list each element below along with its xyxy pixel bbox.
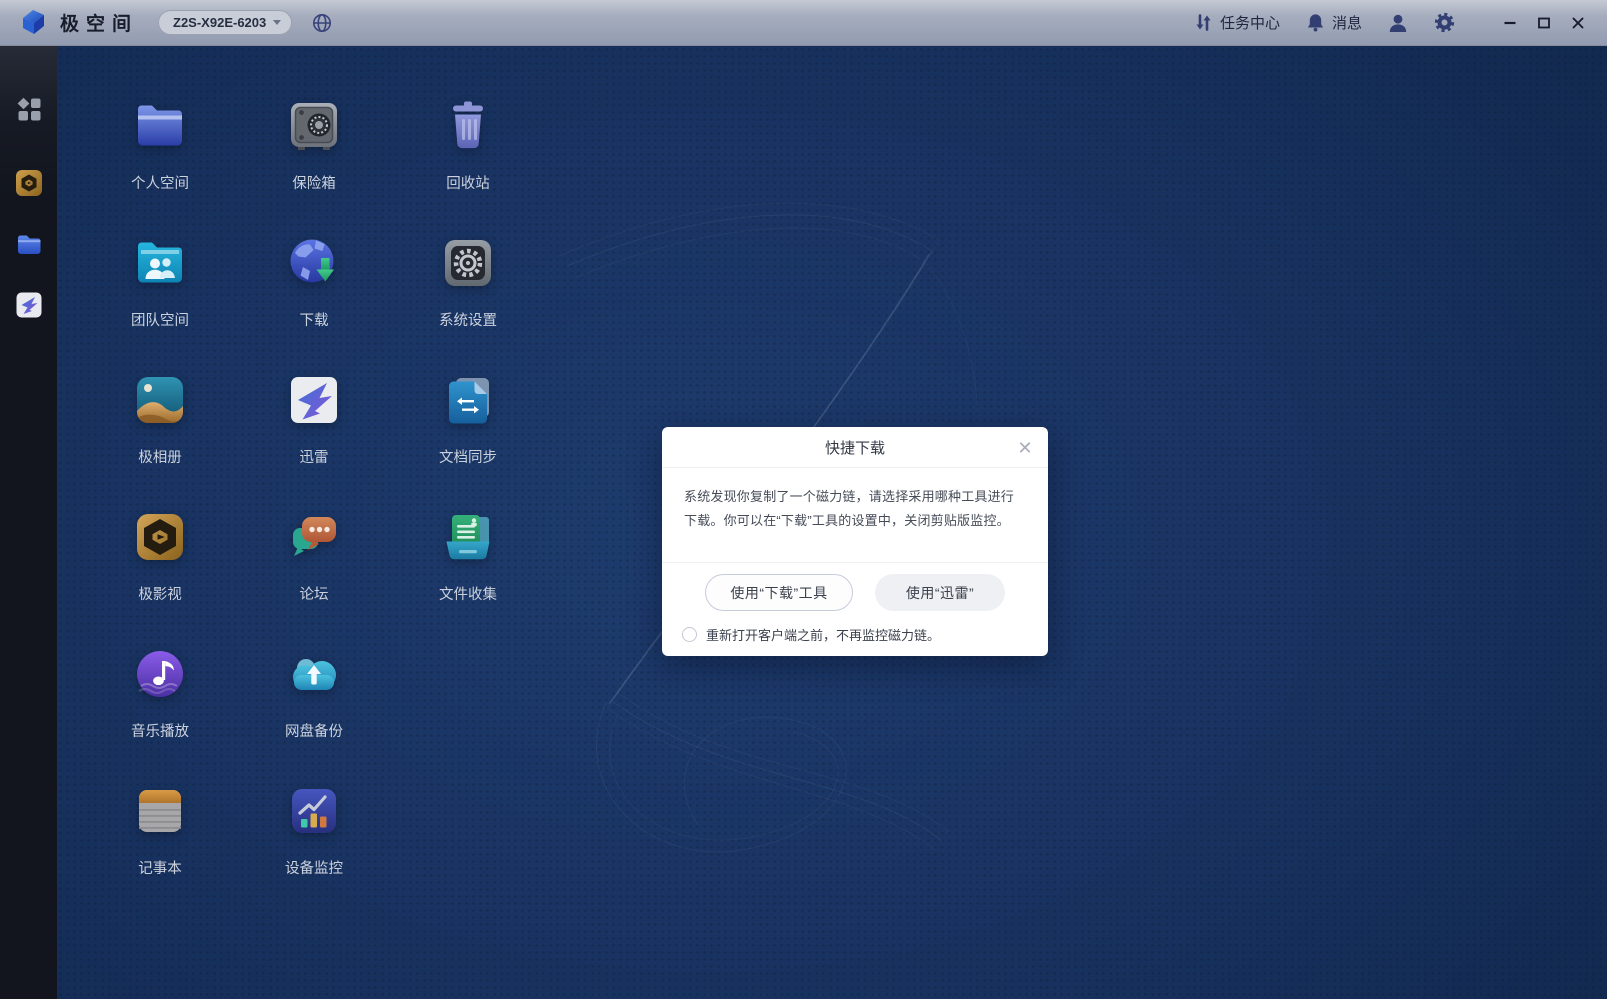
stop-monitoring-label: 重新打开客户端之前，不再监控磁力链。 (706, 625, 940, 644)
task-center-label: 任务中心 (1220, 12, 1280, 33)
title-bar: 极空间 Z2S-X92E-6203 (0, 0, 1607, 46)
close-window-button[interactable] (1561, 6, 1595, 40)
user-button[interactable] (1388, 13, 1408, 33)
app-photo-album[interactable]: 极相册 (83, 364, 237, 501)
app-movies[interactable]: 极影视 (83, 501, 237, 638)
app-label: 团队空间 (131, 313, 189, 330)
quick-download-dialog: 快捷下载 ✕ 系统发现你复制了一个磁力链，请选择采用哪种工具进行下载。你可以在“… (662, 427, 1048, 656)
team-space-icon (131, 234, 189, 292)
app-label: 回收站 (446, 176, 490, 193)
app-grid: 个人空间 保险箱 (83, 90, 545, 912)
sidebar-item-xunlei[interactable] (15, 291, 43, 319)
app-device-monitor[interactable]: 设备监控 (237, 775, 391, 912)
device-name: Z2S-X92E-6203 (173, 15, 266, 30)
bell-icon (1306, 13, 1325, 32)
sidebar-item-apps[interactable] (16, 96, 42, 122)
gear-icon (1434, 12, 1455, 33)
system-settings-icon (439, 234, 497, 292)
app-label: 极相册 (138, 450, 182, 467)
file-collect-icon (439, 508, 497, 566)
app-safe-box[interactable]: 保险箱 (237, 90, 391, 227)
messages-label: 消息 (1332, 12, 1362, 33)
sidebar-item-files[interactable] (15, 230, 43, 258)
app-team-space[interactable]: 团队空间 (83, 227, 237, 364)
chevron-down-icon (273, 20, 281, 25)
photo-album-icon (131, 371, 189, 429)
download-icon (285, 234, 343, 292)
doc-sync-icon (439, 371, 497, 429)
app-personal-space[interactable]: 个人空间 (83, 90, 237, 227)
app-music-player[interactable]: 音乐播放 (83, 638, 237, 775)
music-player-icon (131, 645, 189, 703)
app-label: 迅雷 (300, 450, 329, 467)
use-download-tool-button[interactable]: 使用“下载”工具 (705, 574, 853, 611)
app-forum[interactable]: 论坛 (237, 501, 391, 638)
movies-icon (131, 508, 189, 566)
close-icon (1571, 16, 1585, 30)
dialog-divider (662, 562, 1048, 563)
use-xunlei-button[interactable]: 使用“迅雷” (875, 574, 1005, 611)
xunlei-icon (15, 291, 43, 319)
device-monitor-icon (285, 782, 343, 840)
apps-grid-icon (16, 96, 42, 122)
task-center-button[interactable]: 任务中心 (1194, 12, 1280, 33)
maximize-button[interactable] (1527, 6, 1561, 40)
app-doc-sync[interactable]: 文档同步 (391, 364, 545, 501)
app-label: 网盘备份 (285, 724, 343, 741)
settings-button[interactable] (1434, 12, 1455, 33)
cloud-backup-icon (285, 645, 343, 703)
dialog-header: 快捷下载 ✕ (662, 427, 1048, 468)
globe-icon (312, 13, 332, 33)
dialog-title: 快捷下载 (825, 437, 885, 458)
xunlei-app-icon (285, 371, 343, 429)
recycle-bin-icon (439, 97, 497, 155)
notepad-icon (131, 782, 189, 840)
app-system-settings[interactable]: 系统设置 (391, 227, 545, 364)
app-label: 下载 (300, 313, 329, 330)
messages-button[interactable]: 消息 (1306, 12, 1362, 33)
sidebar (0, 46, 57, 999)
network-globe-button[interactable] (312, 13, 332, 33)
app-label: 设备监控 (285, 861, 343, 878)
files-folder-icon (15, 230, 43, 258)
app-download[interactable]: 下载 (237, 227, 391, 364)
app-notepad[interactable]: 记事本 (83, 775, 237, 912)
stop-monitoring-option[interactable]: 重新打开客户端之前，不再监控磁力链。 (682, 625, 940, 644)
window-controls (1493, 6, 1595, 40)
app-label: 文件收集 (439, 587, 497, 604)
radio-unchecked-icon[interactable] (682, 627, 697, 642)
dialog-body-text: 系统发现你复制了一个磁力链，请选择采用哪种工具进行下载。你可以在“下载”工具的设… (684, 485, 1026, 533)
app-title: 极空间 (60, 9, 138, 36)
app-label: 保险箱 (292, 176, 336, 193)
app-label: 文档同步 (439, 450, 497, 467)
personal-space-icon (131, 97, 189, 155)
app-file-collect[interactable]: 文件收集 (391, 501, 545, 638)
desktop: 个人空间 保险箱 (57, 46, 1607, 999)
titlebar-actions: 任务中心 消息 (1194, 6, 1607, 40)
device-selector[interactable]: Z2S-X92E-6203 (158, 10, 292, 35)
dialog-buttons: 使用“下载”工具 使用“迅雷” (662, 574, 1048, 611)
app-label: 论坛 (300, 587, 329, 604)
app-label: 记事本 (138, 861, 182, 878)
task-center-icon (1194, 13, 1213, 32)
zspace-movies-icon (15, 169, 43, 197)
safe-box-icon (285, 97, 343, 155)
maximize-icon (1537, 16, 1551, 30)
minimize-button[interactable] (1493, 6, 1527, 40)
user-icon (1388, 13, 1408, 33)
dialog-close-button[interactable]: ✕ (1014, 437, 1036, 459)
sidebar-item-movies[interactable] (15, 169, 43, 197)
zspace-logo (16, 6, 50, 40)
app-label: 音乐播放 (131, 724, 189, 741)
minimize-icon (1503, 16, 1517, 30)
app-label: 个人空间 (131, 176, 189, 193)
app-label: 系统设置 (439, 313, 497, 330)
zspace-desktop-app: 极空间 Z2S-X92E-6203 (0, 0, 1607, 999)
app-recycle-bin[interactable]: 回收站 (391, 90, 545, 227)
app-xunlei[interactable]: 迅雷 (237, 364, 391, 501)
forum-icon (285, 508, 343, 566)
app-label: 极影视 (138, 587, 182, 604)
app-cloud-backup[interactable]: 网盘备份 (237, 638, 391, 775)
